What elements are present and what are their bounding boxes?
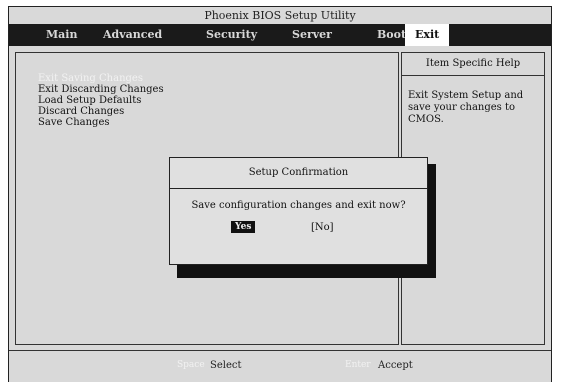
dialog-message: Save configuration changes and exit now? [191, 200, 406, 211]
load-setup-defaults-item[interactable]: Load Setup Defaults [38, 95, 164, 106]
yes-button[interactable]: Yes [231, 221, 256, 233]
menu-tab-exit[interactable]: Exit [405, 24, 450, 46]
no-button[interactable]: [No] [311, 222, 334, 233]
discard-changes-item[interactable]: Discard Changes [38, 106, 164, 117]
help-title: Item Specific Help [402, 53, 544, 76]
menu-bar: Main Advanced Security Server Boot Exit [9, 24, 551, 46]
accept-action-label: Accept [378, 360, 413, 371]
exit-saving-changes-item[interactable]: Exit Saving Changes [38, 73, 164, 84]
dialog-buttons: Yes [No] [170, 221, 427, 237]
space-key-label: Space [177, 360, 205, 370]
menu-tab-security[interactable]: Security [206, 24, 257, 46]
setup-confirmation-dialog: Setup Confirmation Save configuration ch… [169, 157, 428, 265]
enter-key-label: Enter [345, 360, 371, 370]
menu-tab-main[interactable]: Main [46, 24, 77, 46]
exit-options-list: Exit Saving Changes Exit Discarding Chan… [38, 73, 164, 128]
select-action-label: Select [210, 360, 242, 371]
menu-tab-boot[interactable]: Boot [377, 24, 406, 46]
menu-tab-server[interactable]: Server [292, 24, 332, 46]
dialog-title: Setup Confirmation [170, 158, 427, 189]
save-changes-item[interactable]: Save Changes [38, 117, 164, 128]
menu-tab-advanced[interactable]: Advanced [103, 24, 162, 46]
exit-discarding-changes-item[interactable]: Exit Discarding Changes [38, 84, 164, 95]
bios-window: Phoenix BIOS Setup Utility Main Advanced… [8, 6, 552, 382]
help-text: Exit System Setup and save your changes … [408, 90, 524, 125]
window-title: Phoenix BIOS Setup Utility [9, 7, 551, 24]
status-bar: Space Select Enter Accept [9, 350, 551, 382]
